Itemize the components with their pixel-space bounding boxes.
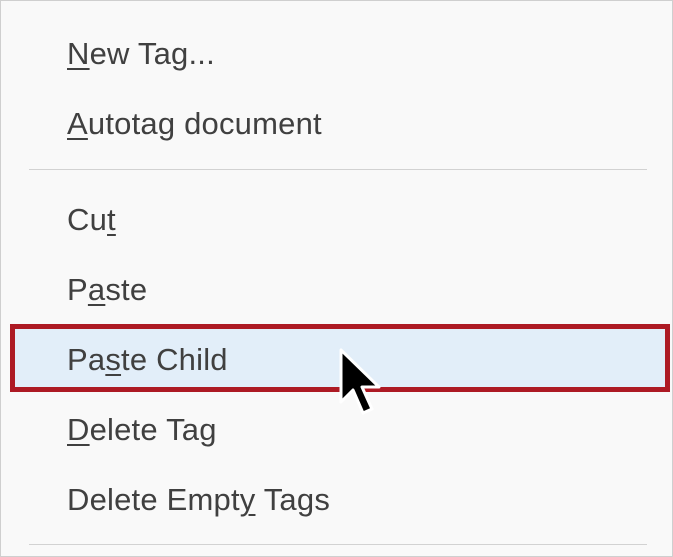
menu-item-paste-child[interactable]: Paste Child xyxy=(1,325,672,395)
arrow-pointer-icon xyxy=(339,348,381,415)
access-key: A xyxy=(67,106,88,141)
access-key: a xyxy=(87,272,106,307)
menu-item-autotag-document[interactable]: Autotag document xyxy=(1,89,672,159)
context-menu: New Tag... Autotag document Cut Paste Pa… xyxy=(0,0,673,557)
menu-item-new-tag[interactable]: New Tag... xyxy=(1,19,672,89)
access-key: y xyxy=(239,482,256,517)
access-key: N xyxy=(67,36,90,71)
menu-item-delete-tag[interactable]: Delete Tag xyxy=(1,395,672,465)
menu-item-paste[interactable]: Paste xyxy=(1,255,672,325)
access-key: s xyxy=(105,342,122,377)
menu-item-cut[interactable]: Cut xyxy=(1,185,672,255)
menu-item-delete-empty-tags[interactable]: Delete Empty Tags xyxy=(1,465,672,535)
access-key: t xyxy=(107,202,116,237)
menu-separator xyxy=(29,544,647,545)
menu-separator xyxy=(29,169,647,170)
access-key: D xyxy=(67,412,90,447)
